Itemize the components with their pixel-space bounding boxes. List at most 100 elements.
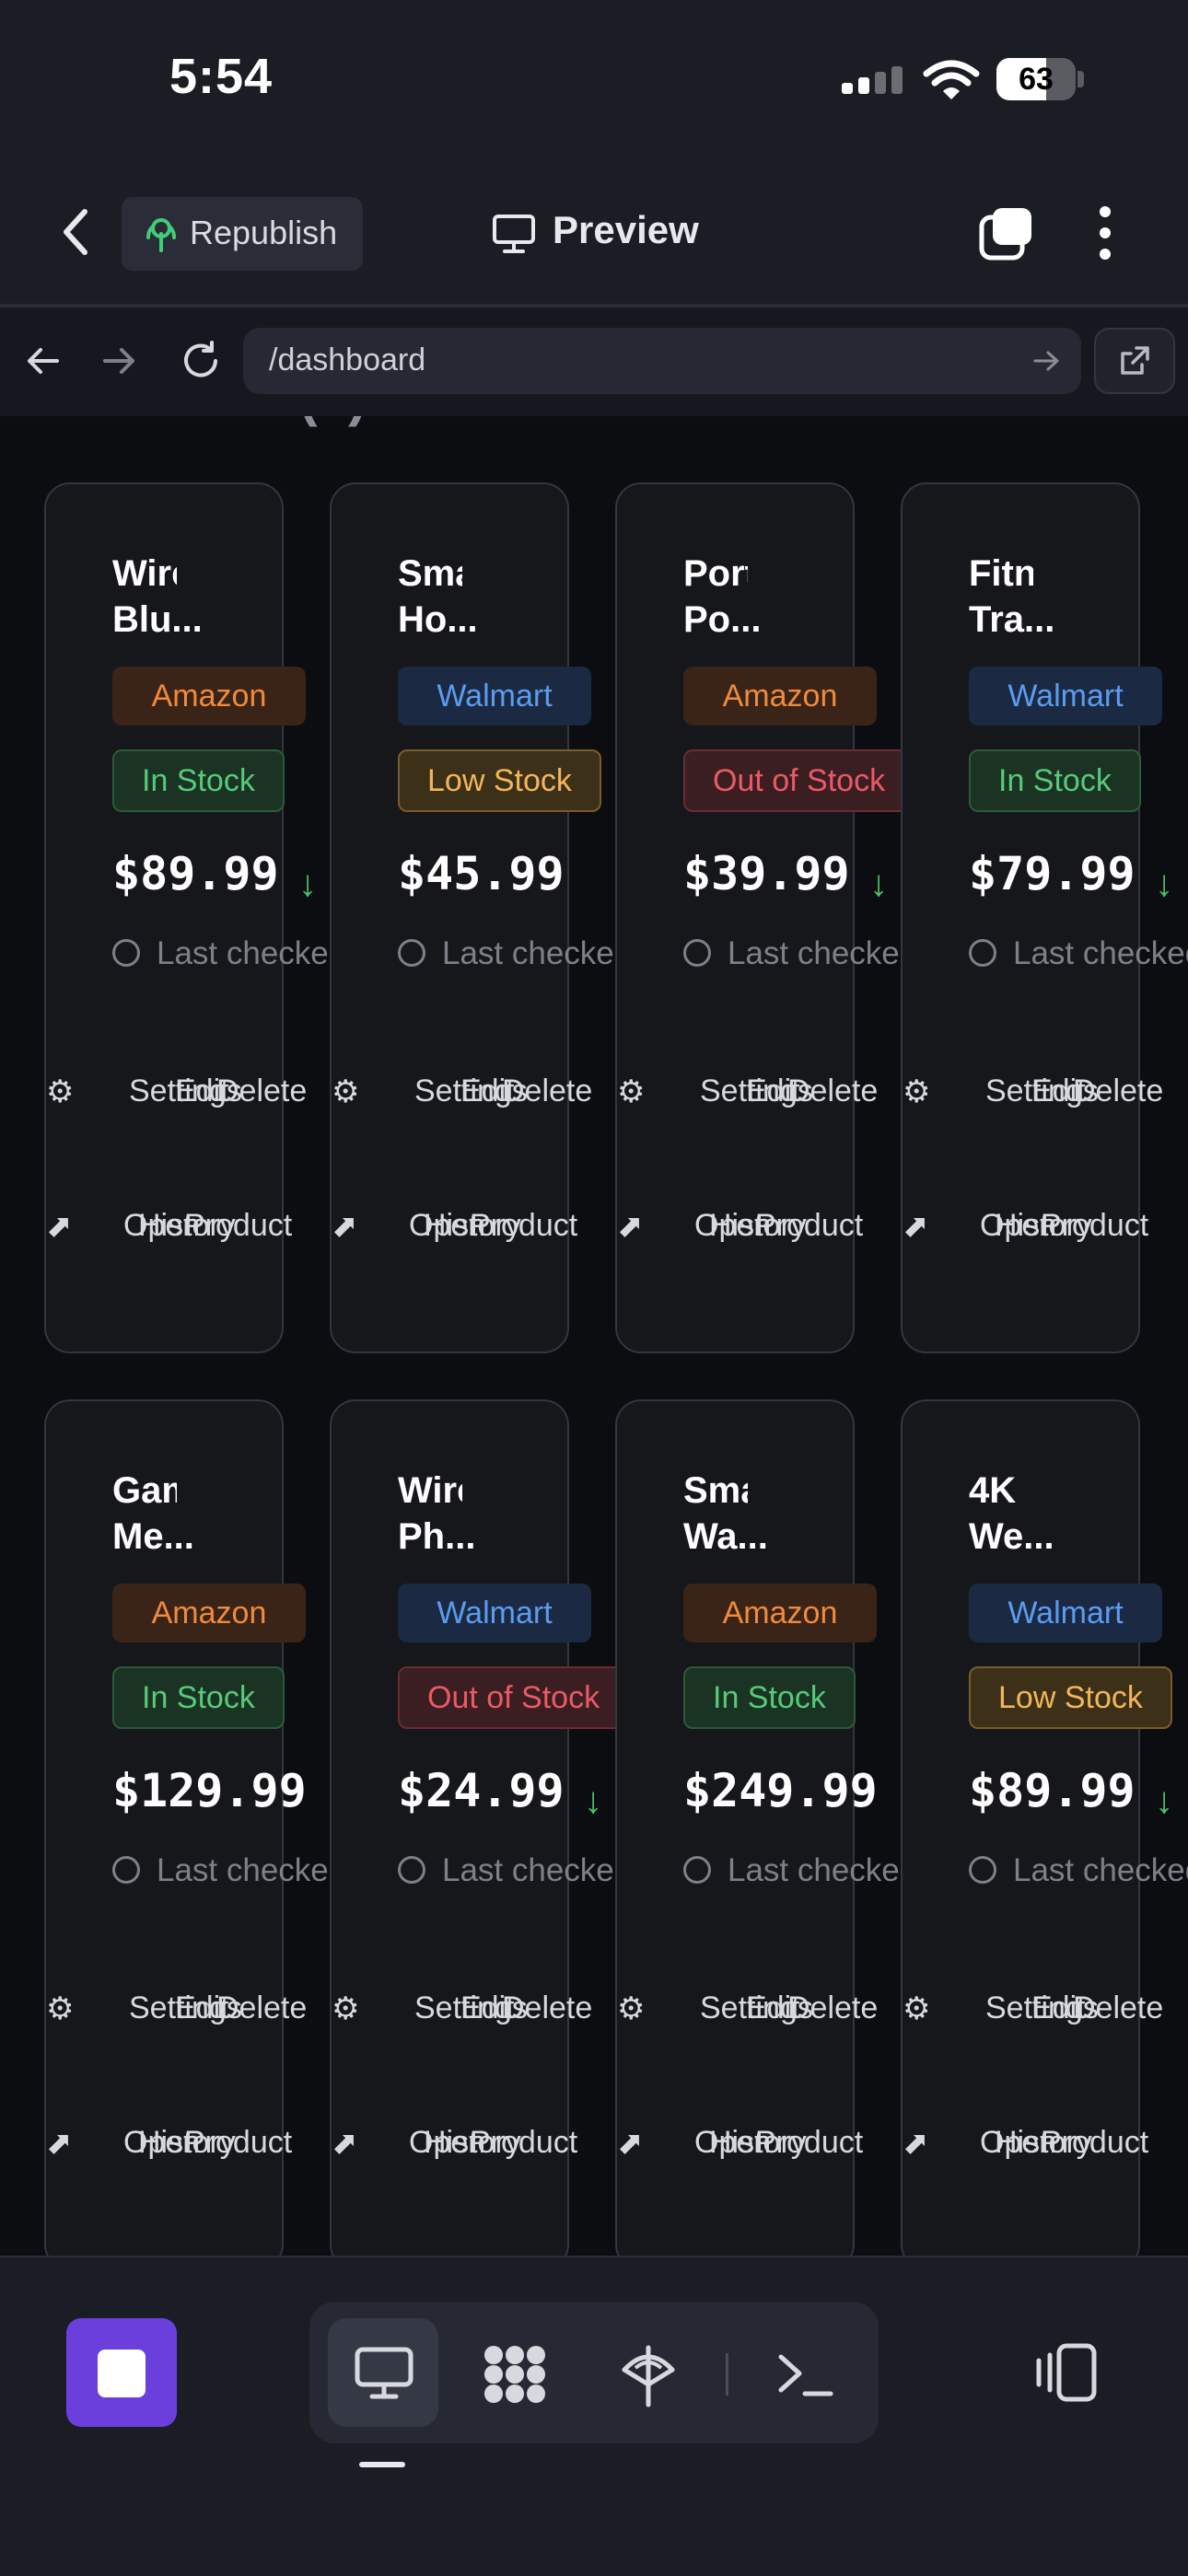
grid-icon[interactable] xyxy=(481,2342,549,2407)
active-tab-indicator xyxy=(359,2462,405,2467)
product-label[interactable]: Product xyxy=(184,2125,292,2161)
product-label[interactable]: Product xyxy=(755,1208,863,1244)
product-name: Portal Po... xyxy=(683,551,762,643)
product-label[interactable]: Product xyxy=(1041,1208,1148,1244)
product-name-line2: Ph... xyxy=(398,1516,476,1557)
desktop-icon xyxy=(354,2346,414,2401)
open-external-icon[interactable]: ⬈ xyxy=(903,1209,929,1244)
last-checked-label: Last checked xyxy=(442,935,633,971)
product-name: Wirele Ph... xyxy=(398,1468,476,1560)
settings-gear-icon[interactable]: ⚙ xyxy=(332,1074,359,1109)
product-label[interactable]: Product xyxy=(1041,2125,1148,2161)
stock-status-badge: In Stock xyxy=(969,749,1141,812)
card-action-row: ⚙ Settings Edit Delete xyxy=(332,1990,592,2027)
settings-gear-icon[interactable]: ⚙ xyxy=(46,1991,74,2026)
tabs-icon[interactable] xyxy=(978,204,1035,261)
product-card[interactable]: Portal Po... Amazon Out of Stock $39.99 … xyxy=(615,482,917,1353)
open-external-icon[interactable]: ⬈ xyxy=(332,2126,358,2161)
settings-gear-icon[interactable]: ⚙ xyxy=(46,1074,74,1109)
go-arrow-icon[interactable] xyxy=(1031,348,1061,374)
settings-gear-icon[interactable]: ⚙ xyxy=(617,1991,645,2026)
card-action-row: ⚙ Settings Edit Delete xyxy=(903,1073,1163,1110)
product-card[interactable]: Smart Ho... Walmart Low Stock $45.99 Las… xyxy=(330,482,632,1353)
nav-forward-icon[interactable] xyxy=(99,341,140,381)
product-name-line1: Smart xyxy=(683,1470,748,1511)
product-name: Smart Ho... xyxy=(398,551,478,643)
product-card[interactable]: Fitnes Tra... Walmart In Stock $79.99 ↓ … xyxy=(901,482,1188,1353)
device-rotate-icon[interactable] xyxy=(1031,2342,1100,2403)
price-down-arrow-icon: ↓ xyxy=(584,1781,602,1821)
more-options-icon[interactable] xyxy=(1092,204,1118,261)
product-name-line2: We... xyxy=(969,1516,1054,1557)
open-external-icon[interactable]: ⬈ xyxy=(903,2126,929,2161)
product-card[interactable]: 4K We... Walmart Low Stock $89.99 ↓ Last… xyxy=(901,1399,1188,2256)
monitor-icon xyxy=(492,214,536,254)
status-time: 5:54 xyxy=(169,49,274,104)
url-text: /dashboard xyxy=(269,342,426,377)
product-price: $89.99 xyxy=(112,847,279,900)
product-name-line2: Me... xyxy=(112,1516,194,1557)
clock-icon xyxy=(969,939,996,967)
delete-label[interactable]: Delete xyxy=(502,1990,592,2026)
retailer-badge: Amazon xyxy=(683,1584,877,1642)
battery-percent: 63 xyxy=(1019,62,1054,97)
settings-gear-icon[interactable]: ⚙ xyxy=(903,1074,930,1109)
product-name-line1: Wirele xyxy=(112,553,177,594)
wifi-icon xyxy=(923,59,980,101)
product-name-line2: Ho... xyxy=(398,599,478,640)
open-external-icon[interactable]: ⬈ xyxy=(617,2126,644,2161)
stop-icon xyxy=(98,2350,146,2397)
settings-gear-icon[interactable]: ⚙ xyxy=(903,1991,930,2026)
delete-label[interactable]: Delete xyxy=(216,1990,307,2026)
retailer-badge: Walmart xyxy=(969,667,1162,725)
card-action-row: ⚙ Settings Edit Delete xyxy=(617,1990,878,2027)
open-external-icon[interactable]: ⬈ xyxy=(46,2126,73,2161)
open-external-icon[interactable]: ⬈ xyxy=(617,1209,644,1244)
delete-label[interactable]: Delete xyxy=(787,1073,878,1109)
product-name-line1: Smart xyxy=(398,553,462,594)
product-label[interactable]: Product xyxy=(184,1208,292,1244)
reload-icon[interactable] xyxy=(179,339,223,383)
product-price: $79.99 xyxy=(969,847,1136,900)
terminal-icon[interactable] xyxy=(775,2350,834,2399)
deploy-icon[interactable] xyxy=(619,2342,678,2408)
stock-status-badge: Out of Stock xyxy=(683,749,915,812)
product-label[interactable]: Product xyxy=(470,1208,577,1244)
price-down-arrow-icon: ↓ xyxy=(1155,864,1173,904)
retailer-badge: Walmart xyxy=(398,667,591,725)
product-name: Smart Wa... xyxy=(683,1468,768,1560)
product-card[interactable]: Smart Wa... Amazon In Stock $249.99 ↓ La… xyxy=(615,1399,917,2256)
external-link-icon xyxy=(1118,344,1151,377)
open-external-icon[interactable]: ⬈ xyxy=(46,1209,73,1244)
last-checked-label: Last checked xyxy=(728,1852,918,1888)
back-button[interactable] xyxy=(55,204,96,260)
delete-label[interactable]: Delete xyxy=(216,1073,307,1109)
settings-gear-icon[interactable]: ⚙ xyxy=(332,1991,359,2026)
card-action-row: ⚙ Settings Edit Delete xyxy=(617,1073,878,1110)
retailer-badge: Walmart xyxy=(969,1584,1162,1642)
product-price: $249.99 xyxy=(683,1764,878,1817)
delete-label[interactable]: Delete xyxy=(787,1990,878,2026)
product-label[interactable]: Product xyxy=(755,2125,863,2161)
stock-status-badge: Out of Stock xyxy=(398,1666,630,1729)
product-card[interactable]: Wirele Blu... Amazon In Stock $89.99 ↓ L… xyxy=(44,482,346,1353)
last-checked-label: Last checked xyxy=(1013,1852,1188,1888)
delete-label[interactable]: Delete xyxy=(1073,1073,1163,1109)
product-label[interactable]: Product xyxy=(470,2125,577,2161)
product-card[interactable]: Wirele Ph... Walmart Out of Stock $24.99… xyxy=(330,1399,632,2256)
open-external-icon[interactable]: ⬈ xyxy=(332,1209,358,1244)
delete-label[interactable]: Delete xyxy=(502,1073,592,1109)
retailer-badge: Amazon xyxy=(112,1584,306,1642)
delete-label[interactable]: Delete xyxy=(1073,1990,1163,2026)
product-name-line1: 4K xyxy=(969,1470,1017,1511)
product-name-line2: Po... xyxy=(683,599,762,640)
card-action-row: ⚙ Settings Edit Delete xyxy=(903,1990,1163,2027)
last-checked-label: Last checked xyxy=(157,935,347,971)
preview-title[interactable]: Preview xyxy=(553,208,699,252)
settings-gear-icon[interactable]: ⚙ xyxy=(617,1074,645,1109)
card-action-row-2: ⬈ Open History Product xyxy=(903,1208,1148,1245)
stock-status-badge: In Stock xyxy=(683,1666,856,1729)
nav-back-icon[interactable] xyxy=(22,341,63,381)
card-action-row-2: ⬈ Open History Product xyxy=(617,2125,863,2162)
product-card[interactable]: Gamin Me... Amazon In Stock $129.99 ↓ La… xyxy=(44,1399,346,2256)
